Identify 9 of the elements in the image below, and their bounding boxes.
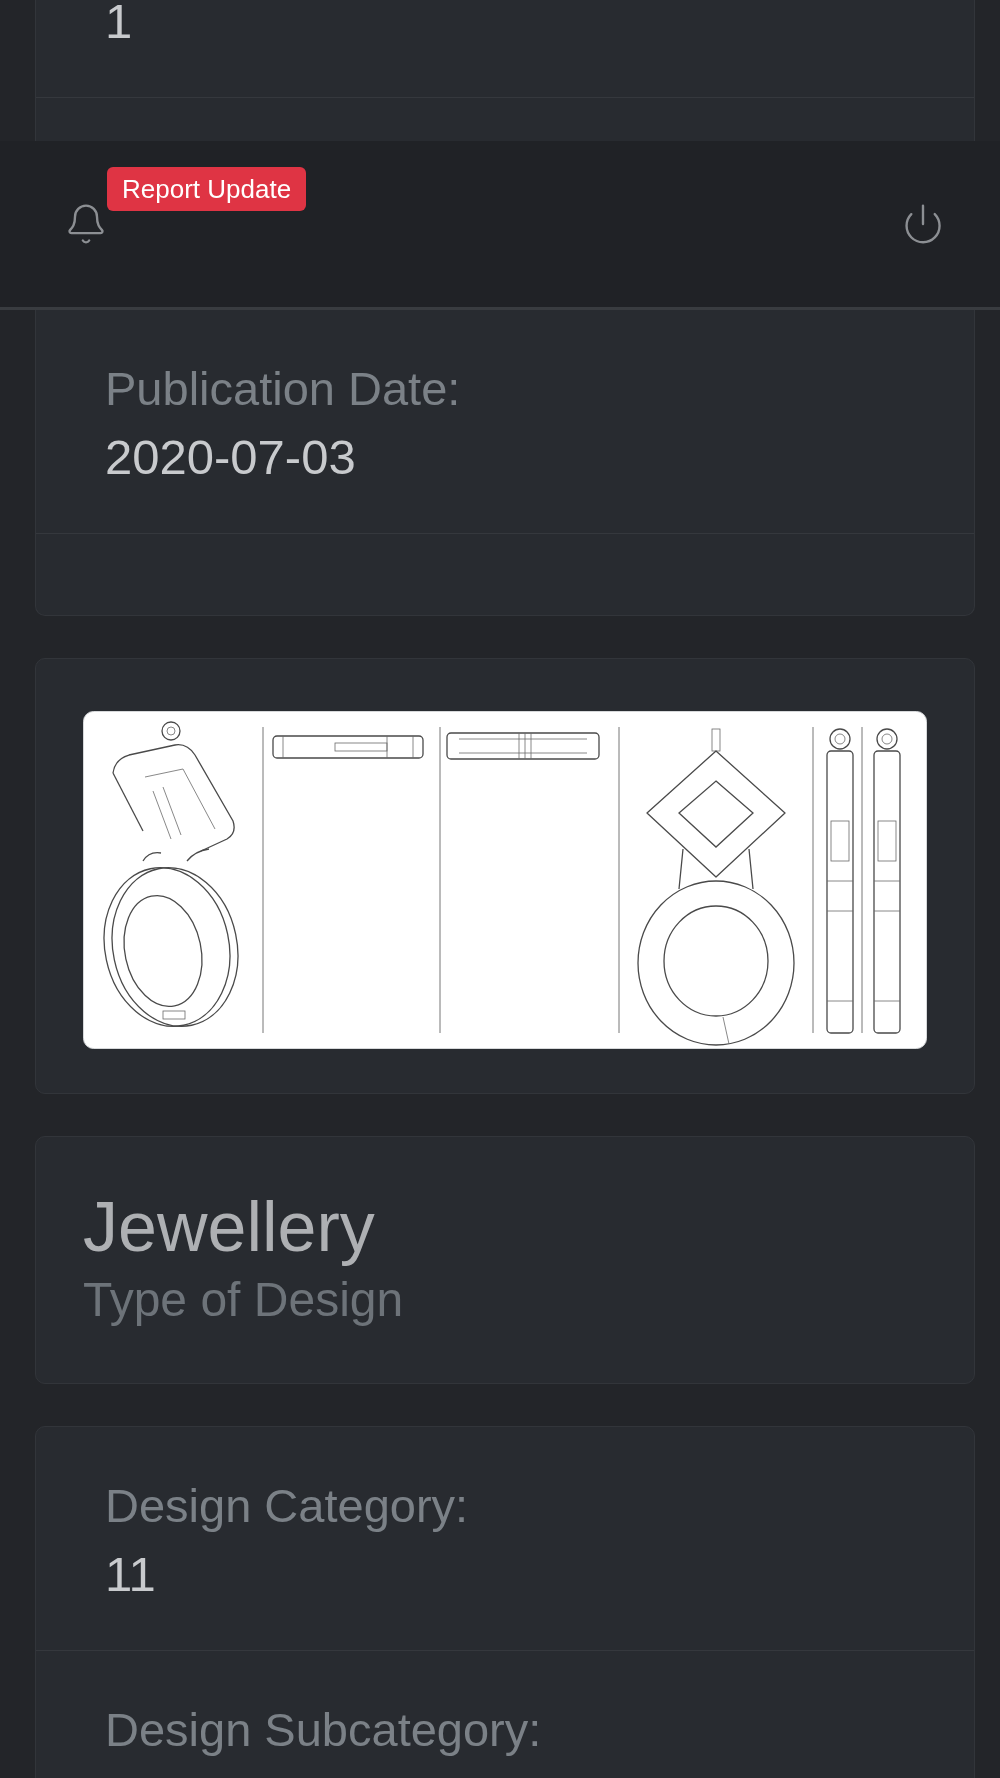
field-label: Design Category: (105, 1481, 469, 1531)
field-label: Design Subcategory: (105, 1705, 542, 1755)
field-value: 1 (105, 0, 133, 45)
design-type-title: Jewellery (83, 1190, 375, 1265)
field-label: Publication Date: (105, 364, 461, 414)
field-value: 11 (105, 1550, 156, 1598)
design-type-caption: Type of Design (83, 1274, 404, 1325)
notification-badge: Report Update (107, 167, 307, 211)
field-value: 2020-07-03 (105, 433, 356, 481)
